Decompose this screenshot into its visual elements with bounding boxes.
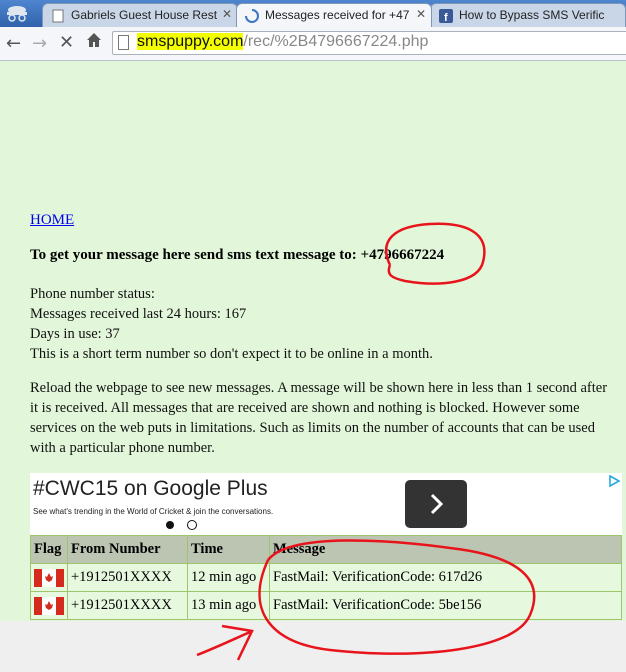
ad-banner[interactable]: #CWC15 on Google Plus See what's trendin… bbox=[30, 473, 622, 536]
tab-gabriels[interactable]: Gabriels Guest House Rest ✕ bbox=[42, 3, 238, 27]
send-text: To get your message here send sms text m… bbox=[30, 247, 357, 263]
svg-text:f: f bbox=[444, 12, 448, 23]
tab-strip: Gabriels Guest House Rest ✕ Messages rec… bbox=[0, 0, 626, 27]
forward-arrow-icon[interactable]: → bbox=[32, 33, 47, 54]
days-in-use: Days in use: 37 bbox=[30, 326, 120, 342]
message: FastMail: VerificationCode: 617d26 bbox=[269, 563, 622, 592]
tab-title: Messages received for +47 bbox=[265, 8, 410, 22]
home-icon[interactable] bbox=[85, 31, 103, 54]
page-icon bbox=[51, 9, 65, 23]
home-link[interactable]: HOME bbox=[30, 212, 74, 229]
column-header: Flag bbox=[30, 535, 68, 564]
reload-paragraph: Reload the webpage to see new messages. … bbox=[30, 380, 608, 456]
send-instruction: To get your message here send sms text m… bbox=[30, 247, 444, 264]
chevron-right-icon bbox=[430, 493, 444, 515]
from-number: +1912501XXXX bbox=[67, 591, 188, 620]
ad-next-button[interactable] bbox=[405, 480, 467, 528]
loading-spinner-icon bbox=[245, 9, 259, 23]
address-bar[interactable]: smspuppy.com/rec/%2B4796667224.php bbox=[112, 31, 626, 55]
tab-messages[interactable]: Messages received for +47 ✕ bbox=[236, 3, 432, 27]
stop-loading-icon[interactable]: ✕ bbox=[59, 32, 74, 53]
tab-bypass-sms[interactable]: f How to Bypass SMS Verific bbox=[430, 3, 626, 27]
column-header: From Number bbox=[67, 535, 188, 564]
canada-flag-icon bbox=[34, 568, 64, 587]
incognito-icon bbox=[7, 6, 27, 22]
close-tab-icon[interactable]: ✕ bbox=[222, 7, 232, 21]
tab-title: How to Bypass SMS Verific bbox=[459, 8, 605, 22]
table-row: +1912501XXXX 12 min ago FastMail: Verifi… bbox=[30, 563, 622, 592]
carousel-dot[interactable] bbox=[187, 520, 197, 530]
back-arrow-icon[interactable]: ← bbox=[6, 33, 21, 54]
carousel-dot-active[interactable] bbox=[166, 521, 174, 529]
browser-toolbar: ← → ✕ smspuppy.com/rec/%2B4796667224.php bbox=[0, 27, 626, 61]
flag-cell bbox=[30, 563, 68, 592]
table-row: +1912501XXXX 13 min ago FastMail: Verifi… bbox=[30, 591, 622, 620]
time: 13 min ago bbox=[187, 591, 270, 620]
ad-title: #CWC15 on Google Plus bbox=[33, 477, 268, 500]
url-domain: smspuppy.com bbox=[137, 33, 244, 50]
number-status: Phone number status: Messages received l… bbox=[30, 284, 433, 364]
url-path: /rec/%2B4796667224.php bbox=[243, 33, 429, 50]
flag-cell bbox=[30, 591, 68, 620]
time: 12 min ago bbox=[187, 563, 270, 592]
canada-flag-icon bbox=[34, 596, 64, 615]
page-bottom-area bbox=[0, 621, 626, 672]
from-number: +1912501XXXX bbox=[67, 563, 188, 592]
facebook-icon: f bbox=[439, 9, 453, 24]
column-header: Message bbox=[269, 535, 622, 564]
message: FastMail: VerificationCode: 5be156 bbox=[269, 591, 622, 620]
status-heading: Phone number status: bbox=[30, 286, 155, 302]
short-term-note: This is a short term number so don't exp… bbox=[30, 346, 433, 362]
ad-subtitle: See what's trending in the World of Cric… bbox=[33, 507, 274, 516]
page-icon bbox=[118, 35, 129, 50]
close-tab-icon[interactable]: ✕ bbox=[416, 7, 426, 21]
url-text: smspuppy.com/rec/%2B4796667224.php bbox=[137, 33, 428, 51]
messages-count: Messages received last 24 hours: 167 bbox=[30, 306, 247, 322]
table-header-row: Flag From Number Time Message bbox=[30, 535, 622, 564]
adchoices-icon[interactable] bbox=[608, 475, 620, 487]
messages-table: Flag From Number Time Message +1912501XX… bbox=[30, 535, 622, 620]
column-header: Time bbox=[187, 535, 270, 564]
tab-title: Gabriels Guest House Rest bbox=[71, 8, 217, 22]
phone-number: +4796667224 bbox=[360, 247, 445, 263]
